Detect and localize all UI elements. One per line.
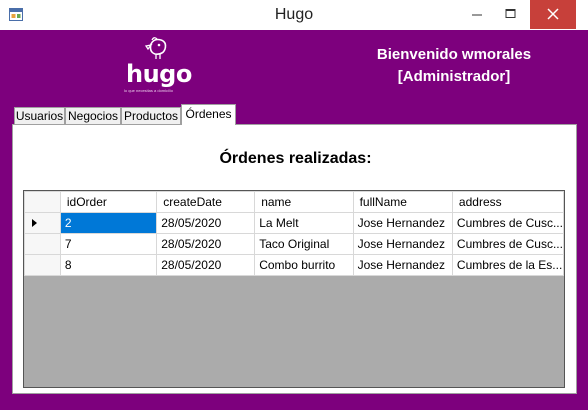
close-icon	[547, 8, 559, 20]
tab-usuarios[interactable]: Usuarios	[14, 107, 65, 124]
table-row[interactable]: 8 28/05/2020 Combo burrito Jose Hernande…	[24, 254, 564, 276]
column-header-idorder[interactable]: idOrder	[59, 191, 158, 213]
column-header-name[interactable]: name	[254, 191, 354, 213]
cell-createdate[interactable]: 28/05/2020	[156, 254, 256, 276]
column-header-fullname[interactable]: fullName	[352, 191, 453, 213]
cell-name[interactable]: Combo burrito	[254, 254, 354, 276]
orders-table: idOrder createDate name fullName address…	[24, 191, 564, 276]
table-row[interactable]: 7 28/05/2020 Taco Original Jose Hernande…	[24, 233, 564, 255]
close-button[interactable]	[530, 0, 576, 29]
orders-panel: Órdenes realizadas: idOrder createDate n…	[12, 124, 577, 394]
welcome-role: [Administrador]	[397, 68, 511, 85]
header: hugo lo que necesitas a domicilio Bienve…	[8, 30, 580, 104]
cell-idorder[interactable]: 8	[59, 254, 158, 276]
row-header-corner[interactable]	[24, 191, 61, 213]
logo-tagline: lo que necesitas a domicilio	[124, 88, 173, 93]
tab-negocios[interactable]: Negocios	[65, 107, 121, 124]
logo-text: hugo	[126, 60, 192, 88]
cell-fullname[interactable]: Jose Hernandez	[352, 254, 453, 276]
column-header-createdate[interactable]: createDate	[156, 191, 256, 213]
row-header[interactable]	[24, 212, 61, 234]
cell-createdate[interactable]: 28/05/2020	[156, 233, 256, 255]
maximize-icon	[505, 9, 516, 18]
maximize-button[interactable]	[496, 0, 525, 29]
row-header[interactable]	[24, 254, 61, 276]
bird-logo-icon	[144, 37, 167, 59]
cell-idorder[interactable]: 7	[59, 233, 158, 255]
cell-createdate[interactable]: 28/05/2020	[156, 212, 256, 234]
header-row: idOrder createDate name fullName address	[24, 191, 564, 213]
cell-address[interactable]: Cumbres de Cusc...	[451, 212, 564, 234]
cell-address[interactable]: Cumbres de la Es...	[451, 254, 564, 276]
tab-productos[interactable]: Productos	[121, 107, 181, 124]
welcome-message: Bienvenido wmorales [Administrador]	[338, 44, 570, 88]
cell-name[interactable]: Taco Original	[254, 233, 354, 255]
welcome-user: Bienvenido wmorales	[376, 46, 532, 63]
row-header[interactable]	[24, 233, 61, 255]
orders-grid[interactable]: idOrder createDate name fullName address…	[23, 190, 565, 388]
cell-fullname[interactable]: Jose Hernandez	[352, 233, 453, 255]
current-row-arrow-icon	[32, 219, 37, 227]
minimize-icon	[472, 14, 482, 16]
cell-address[interactable]: Cumbres de Cusc...	[451, 233, 564, 255]
cell-name[interactable]: La Melt	[254, 212, 354, 234]
main-window: Hugo hugo lo que necesitas a domicilio B…	[0, 0, 588, 410]
cell-idorder[interactable]: 2	[59, 212, 158, 234]
column-header-address[interactable]: address	[451, 191, 564, 213]
minimize-button[interactable]	[462, 0, 491, 29]
tab-ordenes[interactable]: Órdenes	[181, 104, 236, 125]
table-row[interactable]: 2 28/05/2020 La Melt Jose Hernandez Cumb…	[24, 212, 564, 234]
title-bar[interactable]: Hugo	[0, 0, 588, 30]
page-title: Órdenes realizadas:	[219, 150, 372, 167]
cell-fullname[interactable]: Jose Hernandez	[352, 212, 453, 234]
